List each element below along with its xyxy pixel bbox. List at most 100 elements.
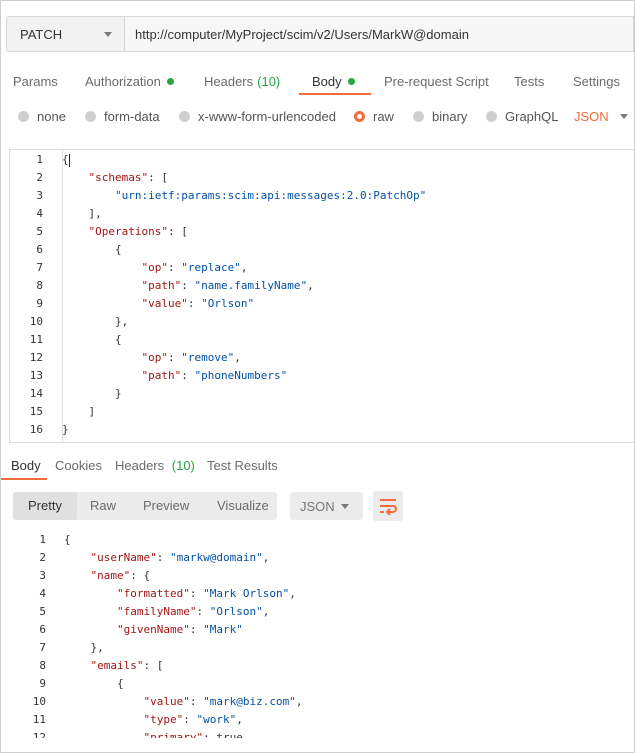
response-tab-body[interactable]: Body [11,458,41,473]
tab-pre-request-script[interactable]: Pre-request Script [384,67,489,95]
code-line: "value": "mark@biz.com", [143,695,303,708]
line-number: 6 [36,243,43,256]
chevron-down-icon [619,114,628,119]
radio-graphql[interactable]: GraphQL [486,109,558,124]
line-number: 2 [36,171,43,184]
view-preview-button[interactable]: Preview [128,492,204,520]
line-number: 5 [36,225,43,238]
status-dot-icon [347,78,355,85]
line-number: 10 [32,695,46,708]
radio-label: raw [373,109,394,124]
headers-count: (10) [257,74,281,89]
line-number: 8 [36,279,43,292]
request-body-editor[interactable]: 1 {2 "schemas": [3 "urn:ietf:params:scim:… [9,149,634,443]
code-line: "type": "work", [143,713,243,726]
line-number: 9 [39,677,46,690]
headers-count: (10) [171,458,195,473]
line-number: 3 [39,569,46,582]
response-tab-test-results[interactable]: Test Results [207,458,278,473]
tab-label: Headers [204,74,254,89]
code-line: "value": "Orlson" [141,297,255,310]
tab-label: Params [13,74,58,89]
body-format-label: JSON [574,109,609,124]
radio-binary[interactable]: binary [413,109,467,124]
wrap-lines-button[interactable] [373,491,403,521]
radio-raw[interactable]: raw [354,109,394,124]
code-line: "userName": "markw@domain", [90,551,270,564]
line-number: 11 [29,333,43,346]
code-line: "op": "replace", [141,261,248,274]
line-number: 4 [39,587,46,600]
line-number: 4 [36,207,43,220]
tab-label: Headers [115,458,165,473]
line-number: 7 [39,641,46,654]
code-line: { [62,243,122,256]
tab-label: Settings [573,74,620,89]
view-raw-button[interactable]: Raw [75,492,131,520]
radio-form-data[interactable]: form-data [85,109,160,124]
response-format-label: JSON [300,498,335,514]
wrap-lines-icon [380,499,397,515]
radio-circle-icon [413,111,424,122]
line-number: 3 [36,189,43,202]
status-dot-icon [166,78,174,85]
code-line: } [62,387,122,400]
line-number: 2 [39,551,46,564]
chevron-down-icon [341,503,349,509]
line-number: 15 [29,405,43,418]
line-number: 1 [36,153,43,166]
tab-label: Authorization [85,74,161,89]
radio-circle-icon [486,111,497,122]
response-tab-cookies[interactable]: Cookies [55,458,102,473]
code-line: "name": { [90,569,151,582]
view-pretty-button[interactable]: Pretty [13,492,77,520]
code-line: "path": "phoneNumbers" [141,369,288,382]
code-line: { [64,533,71,546]
response-format-dropdown[interactable]: JSON [290,492,363,520]
code-line: { [64,677,124,690]
line-number: 6 [39,623,46,636]
tab-settings[interactable]: Settings [573,67,620,95]
radio-label: none [37,109,66,124]
url-input[interactable]: http://computer/MyProject/scim/v2/Users/… [124,16,634,52]
panel-bottom-edge [1,738,634,752]
postman-request-window: PATCH http://computer/MyProject/scim/v2/… [0,0,635,753]
radio-label: form-data [104,109,160,124]
tab-tests[interactable]: Tests [514,67,544,95]
line-number: 9 [36,297,43,310]
active-response-tab-indicator [1,478,47,480]
radio-selected-icon [354,111,365,122]
tab-label: Body [312,74,342,89]
line-number: 16 [29,423,43,436]
line-number: 10 [29,315,43,328]
request-url-bar: PATCH http://computer/MyProject/scim/v2/… [6,16,634,54]
code-line: "path": "name.familyName", [141,279,314,292]
body-type-selector: none form-data x-www-form-urlencoded raw… [1,109,634,129]
line-number: 7 [36,261,43,274]
radio-label: binary [432,109,468,124]
radio-x-www-form-urlencoded[interactable]: x-www-form-urlencoded [179,109,336,124]
radio-none[interactable]: none [18,109,66,124]
line-number: 14 [29,387,43,400]
code-line: "givenName": "Mark" [116,623,243,636]
response-tabs: Body Cookies Headers (10) Test Results [1,455,634,481]
code-line: "schemas": [ [88,171,168,184]
text-cursor [69,154,70,167]
response-tab-headers[interactable]: Headers (10) [115,458,195,473]
code-line: ] [62,405,96,418]
tab-authorization[interactable]: Authorization [85,67,174,95]
body-format-dropdown[interactable]: JSON [574,109,628,124]
method-label: PATCH [20,26,63,42]
tab-params[interactable]: Params [13,67,58,95]
tab-body[interactable]: Body [312,67,355,95]
tab-headers[interactable]: Headers (10) [204,67,280,95]
active-tab-indicator [299,93,371,95]
radio-label: x-www-form-urlencoded [198,109,336,124]
view-visualize-button[interactable]: Visualize [202,492,284,520]
method-dropdown[interactable]: PATCH [6,16,124,52]
code-line: "op": "remove", [141,351,241,364]
chevron-down-icon [104,31,112,37]
line-number: 11 [32,713,46,726]
code-line: }, [62,315,129,328]
line-number: 12 [29,351,43,364]
